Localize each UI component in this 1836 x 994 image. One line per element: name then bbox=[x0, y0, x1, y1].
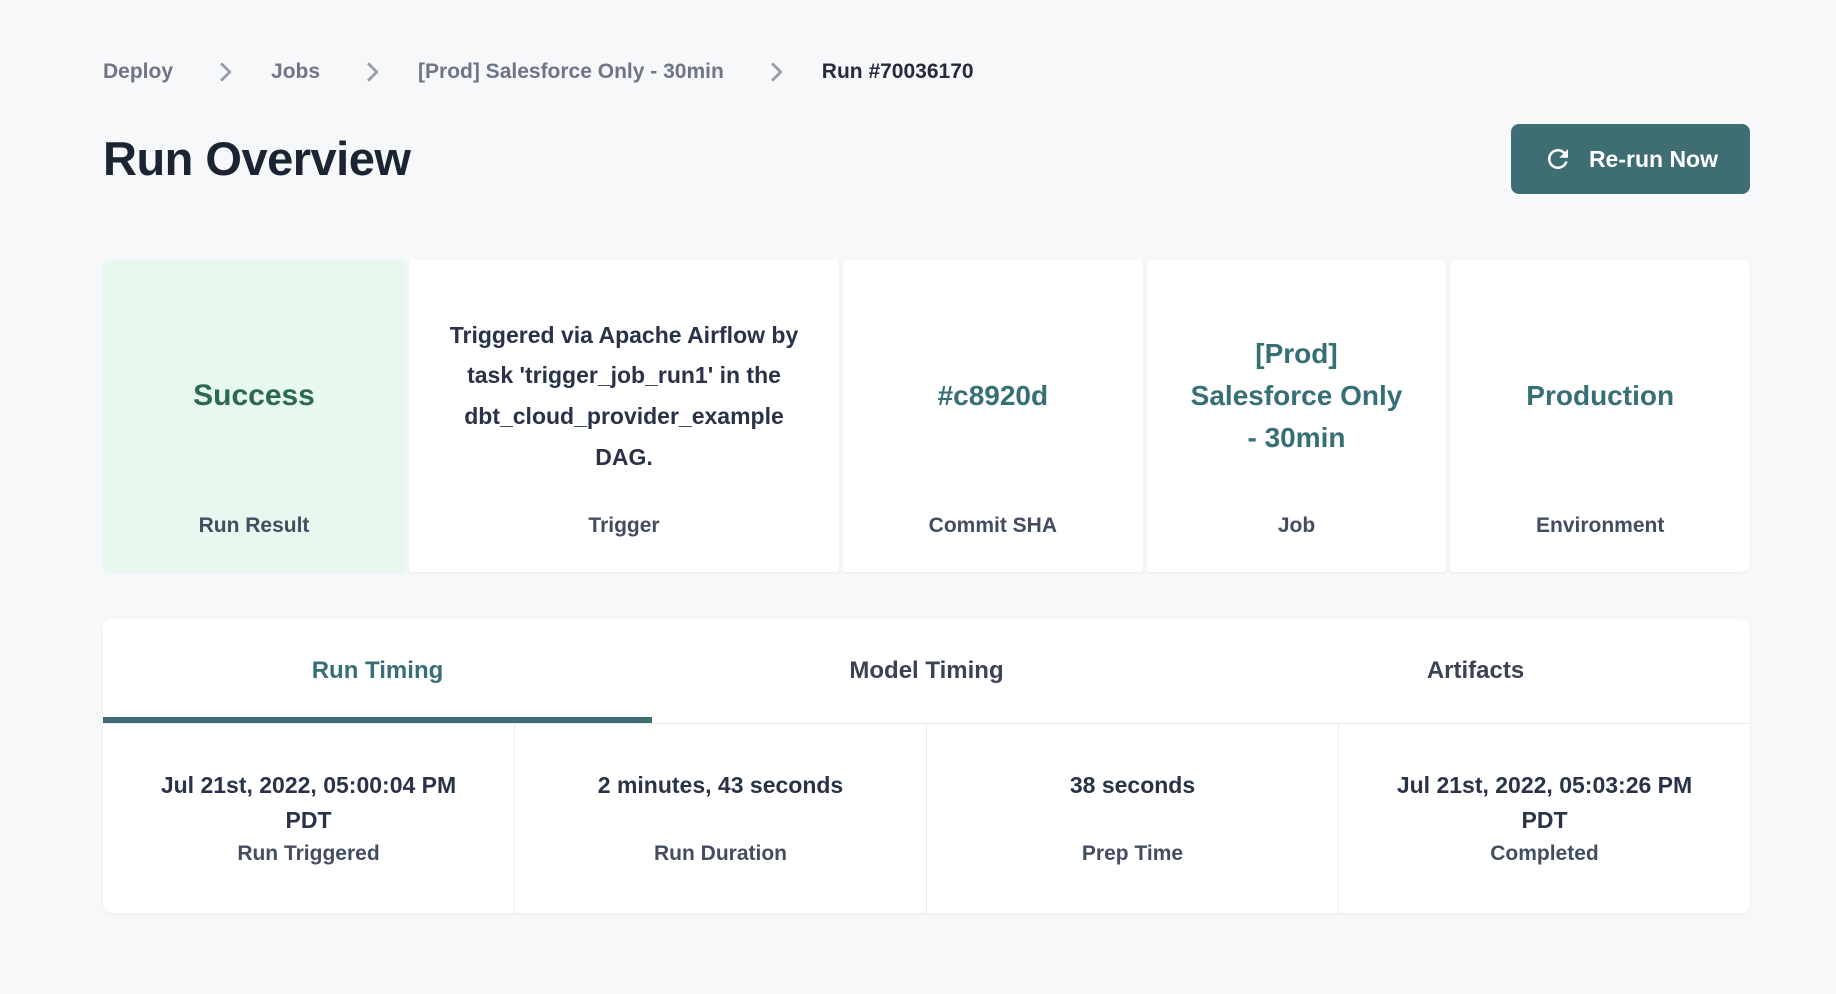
run-triggered-value: Jul 21st, 2022, 05:00:04 PM PDT bbox=[139, 768, 479, 838]
trigger-value: Triggered via Apache Airflow by task 'tr… bbox=[433, 315, 815, 479]
breadcrumb-run-number: Run #70036170 bbox=[822, 60, 974, 84]
tab-artifacts[interactable]: Artifacts bbox=[1201, 619, 1750, 723]
job-link[interactable]: [Prod] Salesforce Only - 30min bbox=[1189, 333, 1404, 459]
run-triggered-cell: Jul 21st, 2022, 05:00:04 PM PDT Run Trig… bbox=[103, 724, 514, 913]
commit-sha-card: #c8920d Commit SHA bbox=[843, 260, 1143, 572]
page-title: Run Overview bbox=[103, 133, 410, 185]
run-timing-row: Jul 21st, 2022, 05:00:04 PM PDT Run Trig… bbox=[103, 724, 1750, 913]
prep-time-cell: 38 seconds Prep Time bbox=[926, 724, 1338, 913]
prep-time-label: Prep Time bbox=[927, 842, 1338, 866]
commit-sha-link[interactable]: #c8920d bbox=[938, 375, 1049, 417]
refresh-icon bbox=[1543, 144, 1573, 174]
tab-run-timing[interactable]: Run Timing bbox=[103, 619, 652, 723]
tab-model-timing[interactable]: Model Timing bbox=[652, 619, 1201, 723]
chevron-right-icon bbox=[212, 62, 232, 82]
commit-sha-label: Commit SHA bbox=[929, 513, 1057, 538]
rerun-now-button-label: Re-run Now bbox=[1589, 146, 1718, 173]
completed-cell: Jul 21st, 2022, 05:03:26 PM PDT Complete… bbox=[1338, 724, 1750, 913]
breadcrumb-job-name[interactable]: [Prod] Salesforce Only - 30min bbox=[418, 60, 724, 84]
run-triggered-label: Run Triggered bbox=[103, 842, 514, 866]
run-result-value: Success bbox=[193, 379, 315, 413]
job-label: Job bbox=[1278, 513, 1315, 538]
prep-time-value: 38 seconds bbox=[963, 768, 1303, 838]
run-summary-cards: Success Run Result Triggered via Apache … bbox=[103, 260, 1750, 572]
run-result-label: Run Result bbox=[199, 513, 310, 538]
run-duration-cell: 2 minutes, 43 seconds Run Duration bbox=[514, 724, 926, 913]
run-duration-label: Run Duration bbox=[515, 842, 926, 866]
job-card: [Prod] Salesforce Only - 30min Job bbox=[1147, 260, 1447, 572]
environment-label: Environment bbox=[1536, 513, 1664, 538]
rerun-now-button[interactable]: Re-run Now bbox=[1511, 124, 1750, 194]
chevron-right-icon bbox=[359, 62, 379, 82]
environment-card: Production Environment bbox=[1450, 260, 1750, 572]
run-details-tabbar: Run Timing Model Timing Artifacts bbox=[103, 619, 1750, 724]
run-duration-value: 2 minutes, 43 seconds bbox=[551, 768, 891, 838]
run-details-panel: Run Timing Model Timing Artifacts Jul 21… bbox=[103, 619, 1750, 913]
completed-value: Jul 21st, 2022, 05:03:26 PM PDT bbox=[1375, 768, 1715, 838]
run-overview-page: Deploy Jobs [Prod] Salesforce Only - 30m… bbox=[0, 0, 1836, 913]
chevron-right-icon bbox=[763, 62, 783, 82]
page-header: Run Overview Re-run Now bbox=[103, 124, 1750, 194]
completed-label: Completed bbox=[1339, 842, 1750, 866]
breadcrumb: Deploy Jobs [Prod] Salesforce Only - 30m… bbox=[103, 0, 1750, 84]
environment-link[interactable]: Production bbox=[1526, 375, 1674, 417]
run-result-card: Success Run Result bbox=[103, 260, 405, 572]
trigger-card: Triggered via Apache Airflow by task 'tr… bbox=[409, 260, 839, 572]
trigger-label: Trigger bbox=[588, 513, 659, 538]
breadcrumb-deploy[interactable]: Deploy bbox=[103, 60, 173, 84]
breadcrumb-jobs[interactable]: Jobs bbox=[271, 60, 320, 84]
